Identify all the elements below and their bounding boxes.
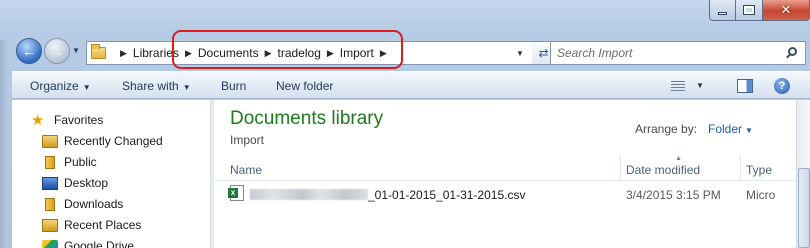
- chevron-down-icon: ▼: [182, 83, 191, 92]
- folder-icon: [91, 44, 106, 59]
- scrollbar-thumb[interactable]: [798, 168, 810, 248]
- nav-item-label: Recently Changed: [64, 134, 163, 148]
- downloads-icon: [45, 197, 55, 211]
- refresh-icon: ⇄: [538, 46, 549, 60]
- google-drive-icon: [42, 239, 58, 248]
- column-divider[interactable]: [620, 155, 621, 181]
- preview-pane-icon[interactable]: [737, 79, 753, 93]
- help-icon[interactable]: ?: [774, 78, 790, 94]
- arrange-by-label: Arrange by:: [635, 122, 698, 136]
- caption-buttons: ✕: [709, 0, 810, 21]
- nav-item-public[interactable]: Public: [12, 152, 210, 172]
- star-icon: ★: [31, 112, 45, 129]
- chevron-right-icon[interactable]: ▶: [120, 48, 127, 59]
- file-name[interactable]: _01-01-2015_01-31-2015.csv: [250, 188, 525, 202]
- address-dropdown[interactable]: ▼: [511, 41, 529, 65]
- breadcrumb-highlight-annotation: [172, 30, 403, 69]
- burn-label: Burn: [221, 79, 247, 93]
- vertical-scrollbar[interactable]: [796, 100, 810, 248]
- folder-icon: [42, 134, 58, 148]
- nav-item-desktop[interactable]: Desktop: [12, 173, 210, 193]
- column-name[interactable]: Name: [230, 163, 262, 177]
- library-title: Documents library: [230, 108, 384, 129]
- nav-item-label: Favorites: [54, 113, 104, 127]
- nav-item-label: Public: [64, 155, 97, 169]
- arrange-by-dropdown[interactable]: Folder ▼: [708, 122, 753, 136]
- file-list-pane: Documents library Import Arrange by: Fol…: [214, 100, 796, 248]
- csv-file-icon: [228, 185, 244, 201]
- minimize-button[interactable]: [709, 0, 736, 21]
- file-type: Micro: [746, 188, 776, 202]
- forward-button[interactable]: →: [44, 38, 70, 64]
- search-input[interactable]: Search Import: [550, 41, 806, 65]
- file-row[interactable]: _01-01-2015_01-31-2015.csv 3/4/2015 3:15…: [214, 185, 796, 205]
- close-icon: ✕: [780, 2, 792, 17]
- burn-button[interactable]: Burn: [221, 79, 246, 93]
- new-folder-button[interactable]: New folder: [276, 79, 333, 93]
- nav-item-recent-places[interactable]: Recent Places: [12, 215, 210, 235]
- file-date-modified: 3/4/2015 3:15 PM: [626, 188, 721, 202]
- organize-label: Organize: [30, 79, 79, 93]
- navigation-pane: ★ Favorites Recently Changed Public Desk…: [12, 100, 210, 248]
- chevron-down-icon: ▼: [745, 126, 753, 135]
- window-edge: [0, 40, 8, 248]
- nav-item-label: Desktop: [64, 176, 109, 190]
- redacted-text: [250, 189, 368, 200]
- chevron-down-icon: ▼: [82, 83, 91, 92]
- address-row: ← → ▼ ▶ Libraries ▶ Documents ▶ tradelog…: [12, 33, 810, 67]
- nav-item-favorites[interactable]: ★ Favorites: [12, 110, 210, 130]
- nav-item-google-drive[interactable]: Google Drive: [12, 236, 210, 248]
- close-button[interactable]: ✕: [763, 0, 810, 21]
- column-date-modified[interactable]: Date modified: [626, 163, 700, 177]
- recent-places-icon: [42, 218, 58, 232]
- maximize-icon: [743, 5, 755, 15]
- library-subtitle: Import: [230, 133, 265, 147]
- nav-item-downloads[interactable]: Downloads: [12, 194, 210, 214]
- sort-caret-icon: ▲: [675, 155, 682, 162]
- minimize-icon: [718, 12, 727, 15]
- desktop-icon: [42, 176, 58, 190]
- organize-menu[interactable]: Organize ▼: [30, 79, 91, 93]
- share-with-label: Share with: [122, 79, 179, 93]
- command-bar: Organize ▼ Share with ▼ Burn New folder ▼ …: [12, 71, 810, 99]
- view-options-dropdown[interactable]: ▼: [696, 81, 704, 90]
- forward-arrow-icon: →: [50, 43, 64, 59]
- column-header-row: Name ▲ Date modified Type: [214, 155, 796, 181]
- nav-item-recently-changed[interactable]: Recently Changed: [12, 131, 210, 151]
- back-arrow-icon: ←: [22, 43, 36, 59]
- file-name-suffix: _01-01-2015_01-31-2015.csv: [368, 188, 526, 202]
- nav-item-label: Downloads: [64, 197, 124, 211]
- search-placeholder: Search Import: [557, 46, 633, 60]
- arrange-by-value: Folder: [708, 122, 743, 136]
- search-icon[interactable]: [788, 47, 797, 56]
- change-view-icon[interactable]: [671, 81, 685, 92]
- new-folder-label: New folder: [276, 79, 334, 93]
- column-divider[interactable]: [740, 155, 741, 181]
- column-type[interactable]: Type: [746, 163, 772, 177]
- recent-pages-dropdown[interactable]: ▼: [72, 46, 80, 55]
- maximize-button[interactable]: [736, 0, 763, 21]
- back-button[interactable]: ←: [16, 38, 42, 64]
- nav-item-label: Recent Places: [64, 218, 142, 232]
- share-with-menu[interactable]: Share with ▼: [122, 79, 191, 93]
- public-folder-icon: [45, 155, 55, 169]
- nav-item-label: Google Drive: [64, 239, 135, 248]
- explorer-window: ✕ ← → ▼ ▶ Libraries ▶ Documents ▶ tradel…: [0, 0, 810, 248]
